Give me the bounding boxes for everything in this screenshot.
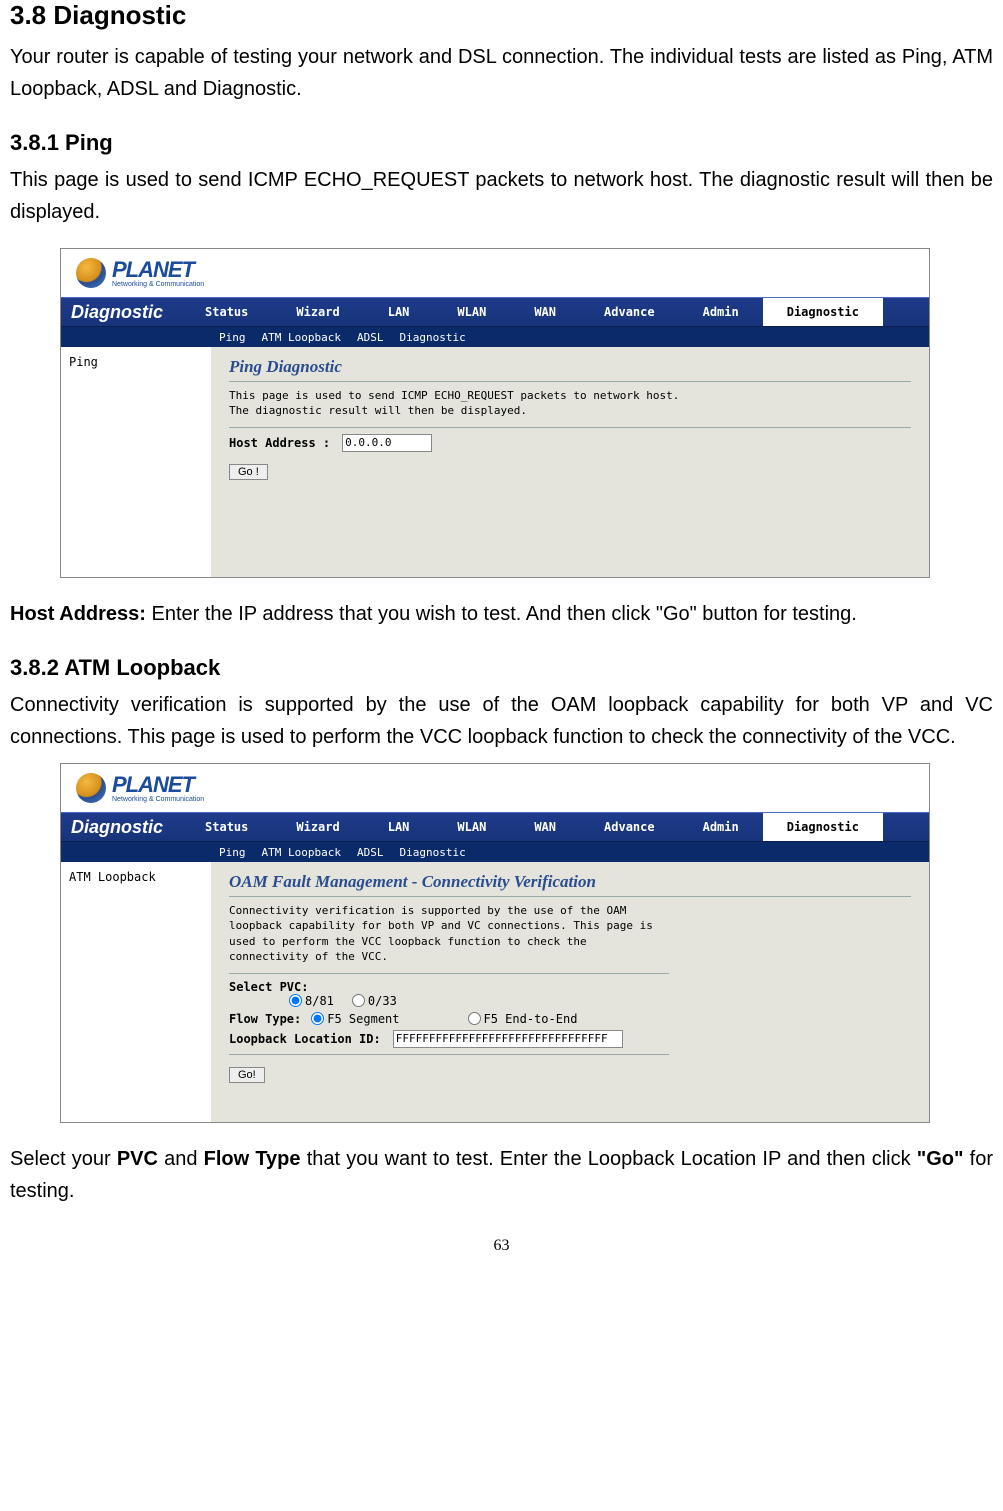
subnav-diagnostic[interactable]: Diagnostic [391,331,473,344]
brand-name: PLANET [112,774,204,796]
flow-option-end[interactable]: F5 End-to-End [468,1012,578,1026]
sidebar-label: Ping [69,355,98,369]
nav-wizard[interactable]: Wizard [272,305,363,319]
subnav-atm-loopback[interactable]: ATM Loopback [254,846,349,859]
atm-desc: Connectivity verification is supported b… [10,689,993,753]
brand-tagline: Networking & Communication [112,796,204,803]
ping-desc: This page is used to send ICMP ECHO_REQU… [10,164,993,228]
nav-diagnostic[interactable]: Diagnostic [763,298,883,326]
pvc-radio-1[interactable] [289,994,302,1007]
loopback-location-input[interactable] [393,1030,623,1048]
ping-heading: 3.8.1 Ping [10,130,993,156]
nav-lan[interactable]: LAN [364,305,434,319]
flow-radio-end[interactable] [468,1012,481,1025]
nav-wan[interactable]: WAN [510,820,580,834]
pvc-options: 8/81 0/33 [289,994,911,1008]
sidebar: ATM Loopback [61,862,211,1122]
main-panel: Ping Diagnostic This page is used to sen… [211,347,929,577]
flow-option-segment[interactable]: F5 Segment [311,1012,399,1026]
flow-type-label: Flow Type: [229,1012,301,1026]
host-address-row: Host Address : [229,434,911,452]
page-number: 63 [10,1237,993,1255]
secondary-nav: Ping ATM Loopback ADSL Diagnostic [61,327,929,347]
brand-text: PLANET Networking & Communication [112,259,204,288]
panel-title: OAM Fault Management - Connectivity Veri… [229,872,911,897]
brand-tagline: Networking & Communication [112,281,204,288]
nav-lan[interactable]: LAN [364,820,434,834]
nav-wlan[interactable]: WLAN [433,820,510,834]
host-address-label: Host Address : [229,436,330,450]
nav-page-title: Diagnostic [61,302,181,323]
loopback-location-row: Loopback Location ID: [229,1030,911,1048]
header-bar: PLANET Networking & Communication [61,764,929,812]
go-button[interactable]: Go ! [229,464,268,480]
sidebar: Ping [61,347,211,577]
subnav-diagnostic[interactable]: Diagnostic [391,846,473,859]
panel-desc: Connectivity verification is supported b… [229,903,659,965]
atm-screenshot: PLANET Networking & Communication Diagno… [60,763,930,1123]
nav-admin[interactable]: Admin [679,820,763,834]
ping-screenshot: PLANET Networking & Communication Diagno… [60,248,930,578]
pvc-option-2[interactable]: 0/33 [352,994,397,1008]
panel-title: Ping Diagnostic [229,357,911,382]
subnav-ping[interactable]: Ping [211,331,254,344]
subnav-adsl[interactable]: ADSL [349,846,392,859]
atm-instruction: Select your PVC and Flow Type that you w… [10,1143,993,1207]
brand-text: PLANET Networking & Communication [112,774,204,803]
divider [229,1054,669,1055]
planet-logo-icon [76,258,106,288]
panel-desc: This page is used to send ICMP ECHO_REQU… [229,388,911,419]
secondary-nav: Ping ATM Loopback ADSL Diagnostic [61,842,929,862]
flow-radio-segment[interactable] [311,1012,324,1025]
nav-admin[interactable]: Admin [679,305,763,319]
flow-type-row: Flow Type: F5 Segment F5 End-to-End [229,1012,911,1026]
host-address-input[interactable] [342,434,432,452]
main-panel: OAM Fault Management - Connectivity Veri… [211,862,929,1122]
divider [229,427,911,428]
header-bar: PLANET Networking & Communication [61,249,929,297]
section-title: 3.8 Diagnostic [10,0,993,31]
planet-logo-icon [76,773,106,803]
primary-nav: Diagnostic Status Wizard LAN WLAN WAN Ad… [61,297,929,327]
nav-diagnostic[interactable]: Diagnostic [763,813,883,841]
divider [229,973,669,974]
subnav-ping[interactable]: Ping [211,846,254,859]
nav-advance[interactable]: Advance [580,305,679,319]
primary-nav: Diagnostic Status Wizard LAN WLAN WAN Ad… [61,812,929,842]
nav-page-title: Diagnostic [61,817,181,838]
subnav-adsl[interactable]: ADSL [349,331,392,344]
nav-wlan[interactable]: WLAN [433,305,510,319]
brand-name: PLANET [112,259,204,281]
nav-status[interactable]: Status [181,305,272,319]
atm-heading: 3.8.2 ATM Loopback [10,655,993,681]
section-intro: Your router is capable of testing your n… [10,41,993,105]
ping-instruction: Host Address: Enter the IP address that … [10,598,993,630]
go-button[interactable]: Go! [229,1067,265,1083]
pvc-radio-2[interactable] [352,994,365,1007]
nav-advance[interactable]: Advance [580,820,679,834]
select-pvc-label: Select PVC: [229,980,911,994]
pvc-option-1[interactable]: 8/81 [289,994,334,1008]
nav-wizard[interactable]: Wizard [272,820,363,834]
sidebar-label: ATM Loopback [69,870,156,884]
subnav-atm-loopback[interactable]: ATM Loopback [254,331,349,344]
nav-wan[interactable]: WAN [510,305,580,319]
loopback-location-label: Loopback Location ID: [229,1032,381,1046]
nav-status[interactable]: Status [181,820,272,834]
